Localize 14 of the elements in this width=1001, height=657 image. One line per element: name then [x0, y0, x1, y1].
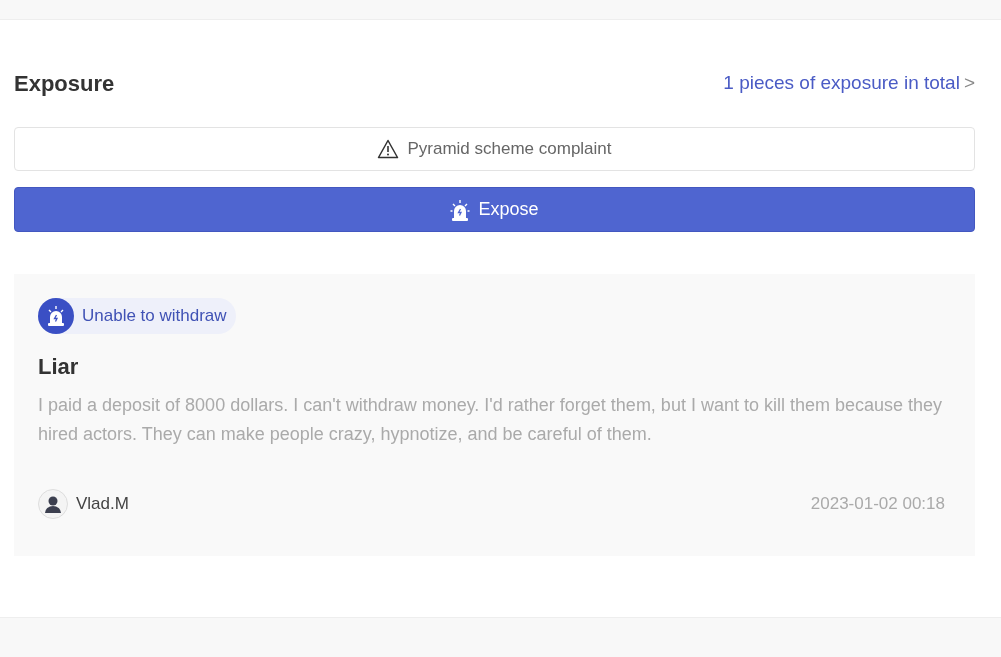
post-title: Liar — [38, 353, 80, 381]
warning-icon — [377, 139, 400, 159]
section-title: Exposure — [14, 70, 115, 98]
category-tag: Unable to withdraw — [38, 298, 236, 334]
complaint-button[interactable]: Pyramid scheme complaint — [14, 127, 975, 171]
chevron-icon[interactable]: > — [963, 69, 975, 98]
avatar-icon — [38, 489, 68, 519]
author-name: Vlad.M — [76, 493, 129, 516]
total-exposure-link[interactable]: 1 pieces of exposure in total — [723, 69, 960, 98]
post-body: I paid a deposit of 8000 dollars. I can't withdraw money. I'd rather forget them, but I want to kill them because they hired actors. They can make people crazy, hypnotize, and be careful of them. — [38, 394, 944, 446]
alarm-icon — [38, 298, 74, 334]
post-date: 2023-01-02 00:18 — [810, 493, 945, 516]
expose-button[interactable]: Expose — [14, 187, 975, 232]
alarm-icon — [450, 198, 471, 221]
